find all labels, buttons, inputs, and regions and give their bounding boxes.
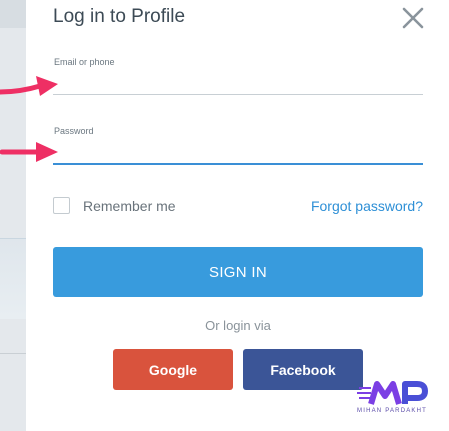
facebook-login-button[interactable]: Facebook bbox=[243, 349, 363, 390]
remember-me-label[interactable]: Remember me bbox=[83, 198, 176, 214]
background-page bbox=[0, 0, 26, 431]
password-label: Password bbox=[54, 126, 94, 136]
background-band bbox=[0, 0, 26, 28]
mp-logo-icon bbox=[357, 381, 428, 405]
email-label: Email or phone bbox=[54, 57, 115, 67]
arrow-email-icon bbox=[0, 76, 58, 96]
close-button[interactable] bbox=[401, 6, 425, 30]
or-login-via-label: Or login via bbox=[205, 318, 271, 333]
mihan-pardakht-logo: MIHAN PARDAKHT bbox=[355, 380, 435, 420]
background-chart bbox=[0, 238, 26, 319]
modal-title: Log in to Profile bbox=[53, 6, 186, 27]
email-field[interactable] bbox=[53, 71, 423, 93]
forgot-password-link[interactable]: Forgot password? bbox=[311, 198, 423, 214]
login-modal: Log in to Profile Email or phone Passwor… bbox=[26, 0, 449, 431]
arrow-password-icon bbox=[0, 142, 58, 162]
google-login-button[interactable]: Google bbox=[113, 349, 233, 390]
sign-in-button[interactable]: SIGN IN bbox=[53, 247, 423, 297]
password-underline bbox=[53, 163, 423, 165]
logo-text: MIHAN PARDAKHT bbox=[357, 408, 428, 414]
email-underline bbox=[53, 94, 423, 95]
remember-me-checkbox[interactable] bbox=[53, 197, 70, 214]
background-divider bbox=[0, 353, 26, 354]
password-field[interactable] bbox=[53, 140, 423, 162]
close-icon bbox=[402, 7, 424, 29]
